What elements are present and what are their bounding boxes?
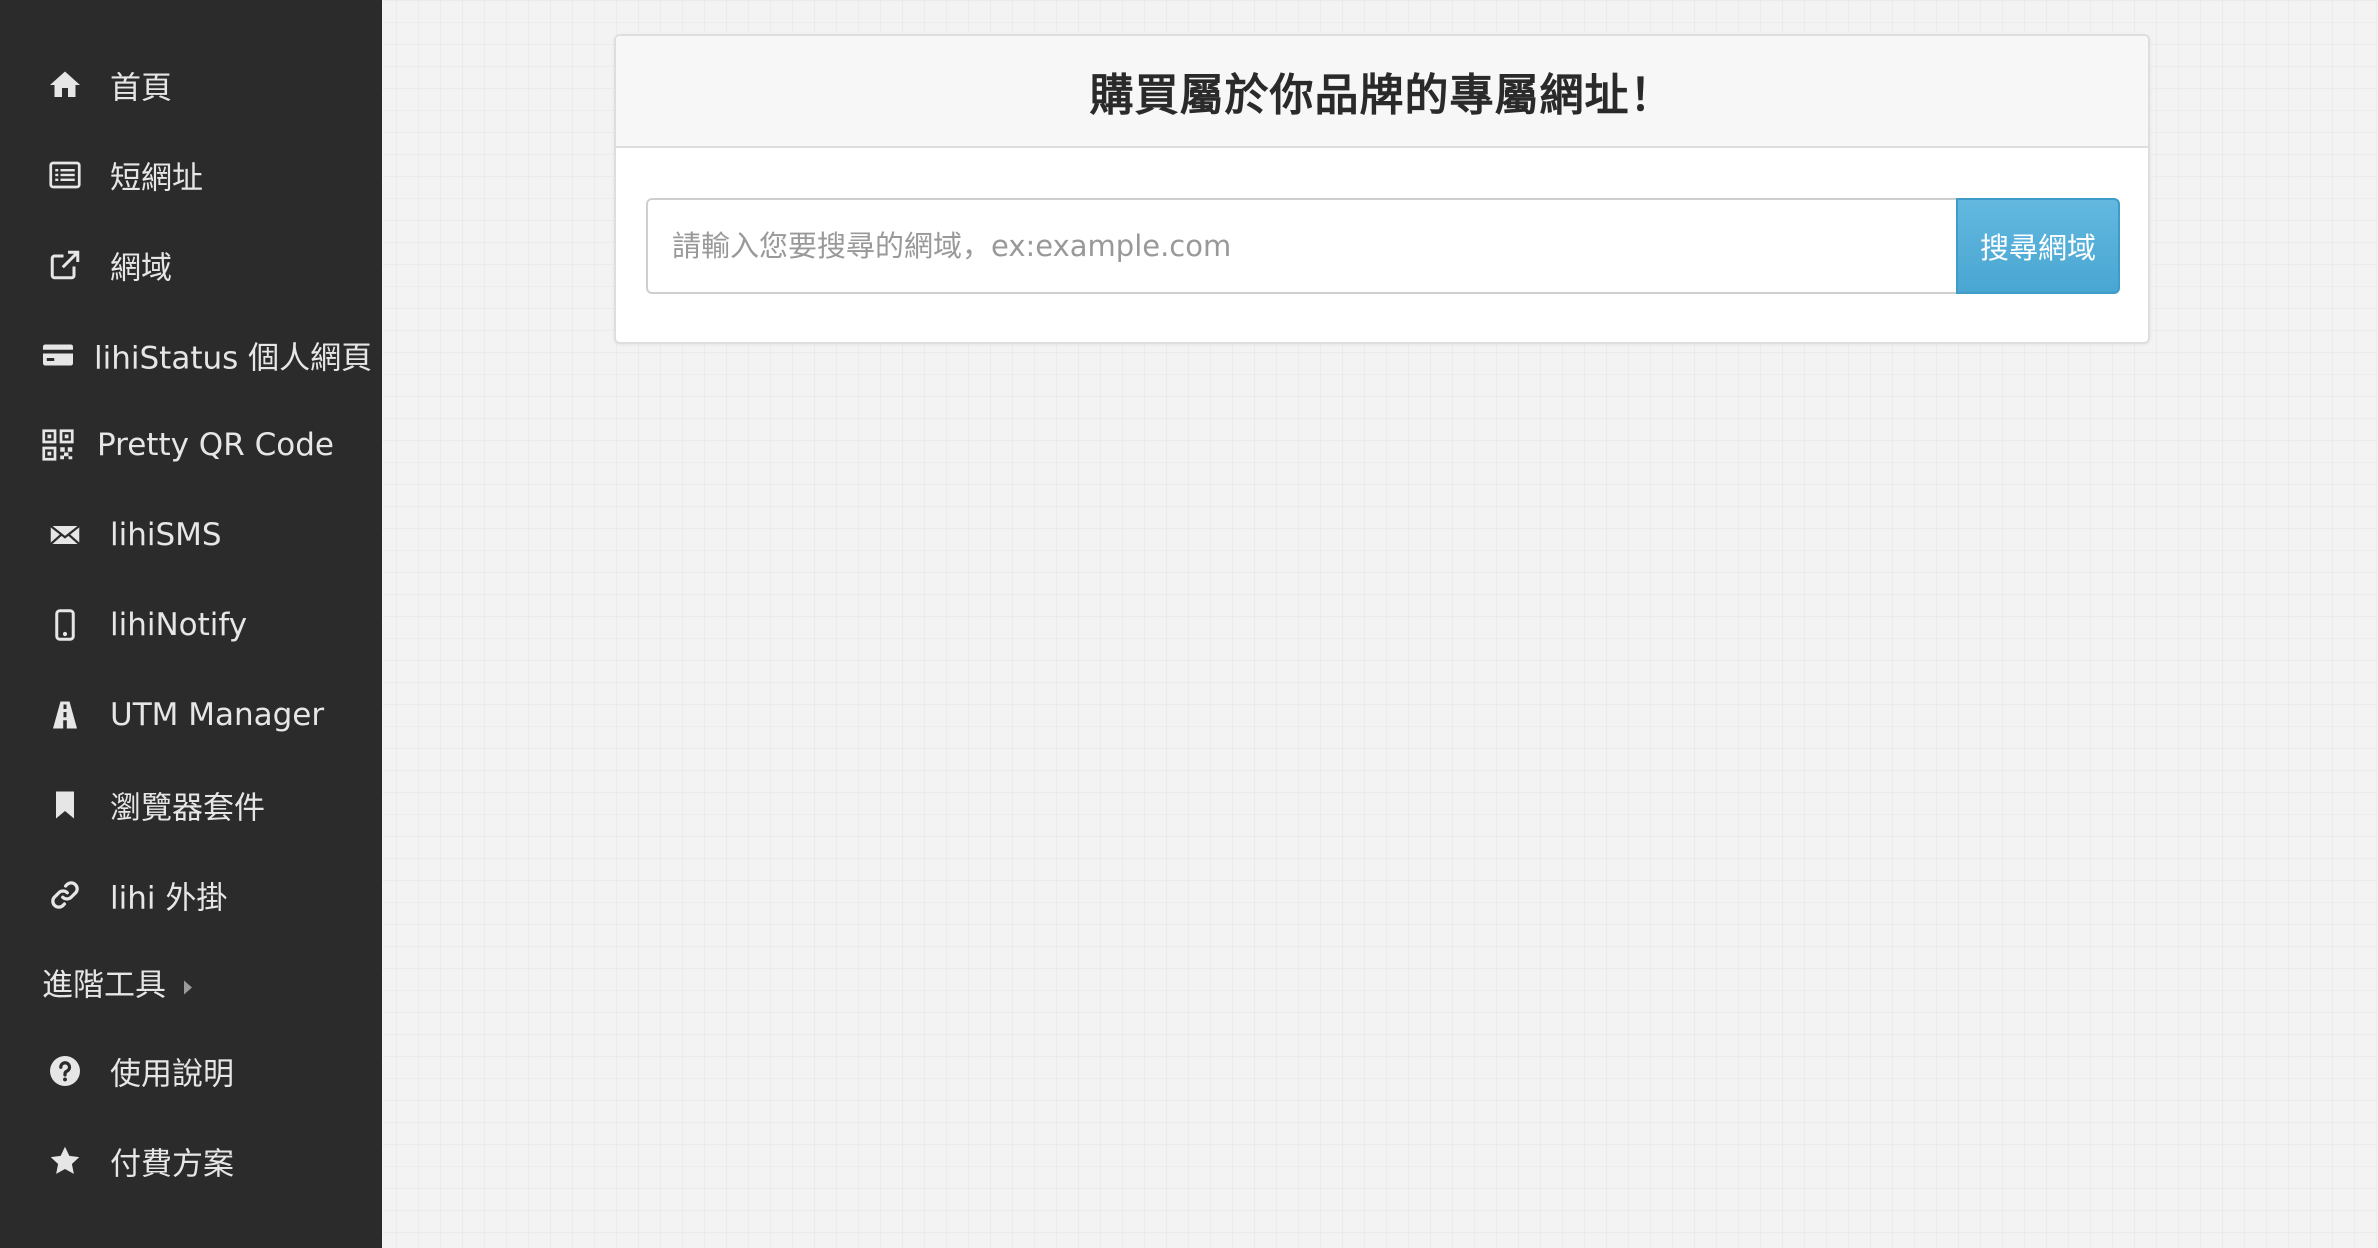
sidebar-item-domain[interactable]: 網域 bbox=[0, 220, 382, 310]
qrcode-icon bbox=[40, 427, 76, 463]
sidebar-item-label: 進階工具 bbox=[42, 967, 166, 1004]
bookmark-icon bbox=[47, 787, 83, 823]
home-icon bbox=[47, 67, 83, 103]
sidebar-item-label: 使用說明 bbox=[110, 1056, 234, 1093]
sidebar-item-lihinotify[interactable]: lihiNotify bbox=[0, 580, 382, 670]
sidebar-item-home[interactable]: 首頁 bbox=[0, 40, 382, 130]
sidebar-item-short-url[interactable]: 短網址 bbox=[0, 130, 382, 220]
sidebar-item-pricing[interactable]: 付費方案 bbox=[0, 1116, 382, 1206]
sidebar-item-label: lihiNotify bbox=[110, 607, 248, 643]
mobile-icon bbox=[47, 607, 83, 643]
caret-right-icon bbox=[184, 980, 192, 994]
road-icon bbox=[47, 697, 83, 733]
sidebar-item-label: Pretty QR Code bbox=[97, 427, 334, 463]
page-title: 購買屬於你品牌的專屬網址！ bbox=[1089, 70, 1675, 121]
domain-search-panel: 購買屬於你品牌的專屬網址！ 搜尋網域 bbox=[614, 34, 2150, 344]
sidebar-item-label: lihiSMS bbox=[110, 517, 222, 553]
domain-search-input[interactable] bbox=[646, 198, 1956, 294]
external-link-icon bbox=[47, 247, 83, 283]
panel-header: 購買屬於你品牌的專屬網址！ bbox=[616, 36, 2148, 148]
sidebar-item-label: 瀏覽器套件 bbox=[110, 790, 265, 827]
sidebar-item-lihisms[interactable]: lihiSMS bbox=[0, 490, 382, 580]
envelope-icon bbox=[47, 517, 83, 553]
sidebar-item-advanced-tools[interactable]: 進階工具 bbox=[0, 937, 382, 1027]
link-icon bbox=[47, 877, 83, 913]
sidebar-item-pretty-qr-code[interactable]: Pretty QR Code bbox=[0, 400, 382, 490]
sidebar-item-browser-extension[interactable]: 瀏覽器套件 bbox=[0, 760, 382, 850]
question-circle-icon bbox=[47, 1053, 83, 1089]
sidebar-item-lihi-plugin[interactable]: lihi 外掛 bbox=[0, 850, 382, 940]
sidebar-item-label: 付費方案 bbox=[110, 1146, 234, 1183]
search-domain-button[interactable]: 搜尋網域 bbox=[1956, 198, 2120, 294]
sidebar-item-label: lihi 外掛 bbox=[110, 880, 228, 917]
sidebar-item-label: 網域 bbox=[110, 250, 172, 287]
advanced-tools-label-wrap: 進階工具 bbox=[42, 960, 192, 1005]
sidebar-item-help[interactable]: 使用說明 bbox=[0, 1026, 382, 1116]
credit-card-icon bbox=[40, 337, 76, 373]
sidebar-item-lihistatus[interactable]: lihiStatus 個人網頁 bbox=[0, 310, 382, 400]
list-icon bbox=[47, 157, 83, 193]
sidebar-item-label: UTM Manager bbox=[110, 697, 325, 733]
sidebar-item-label: 短網址 bbox=[110, 160, 203, 197]
star-icon bbox=[47, 1143, 83, 1179]
sidebar: 首頁 短網址 網域 lihiStatus 個人網頁 Pretty QR Code… bbox=[0, 0, 382, 1248]
domain-search-form: 搜尋網域 bbox=[646, 198, 2120, 294]
sidebar-item-label: 首頁 bbox=[110, 70, 172, 107]
sidebar-item-utm-manager[interactable]: UTM Manager bbox=[0, 670, 382, 760]
sidebar-item-label: lihiStatus 個人網頁 bbox=[94, 340, 373, 377]
